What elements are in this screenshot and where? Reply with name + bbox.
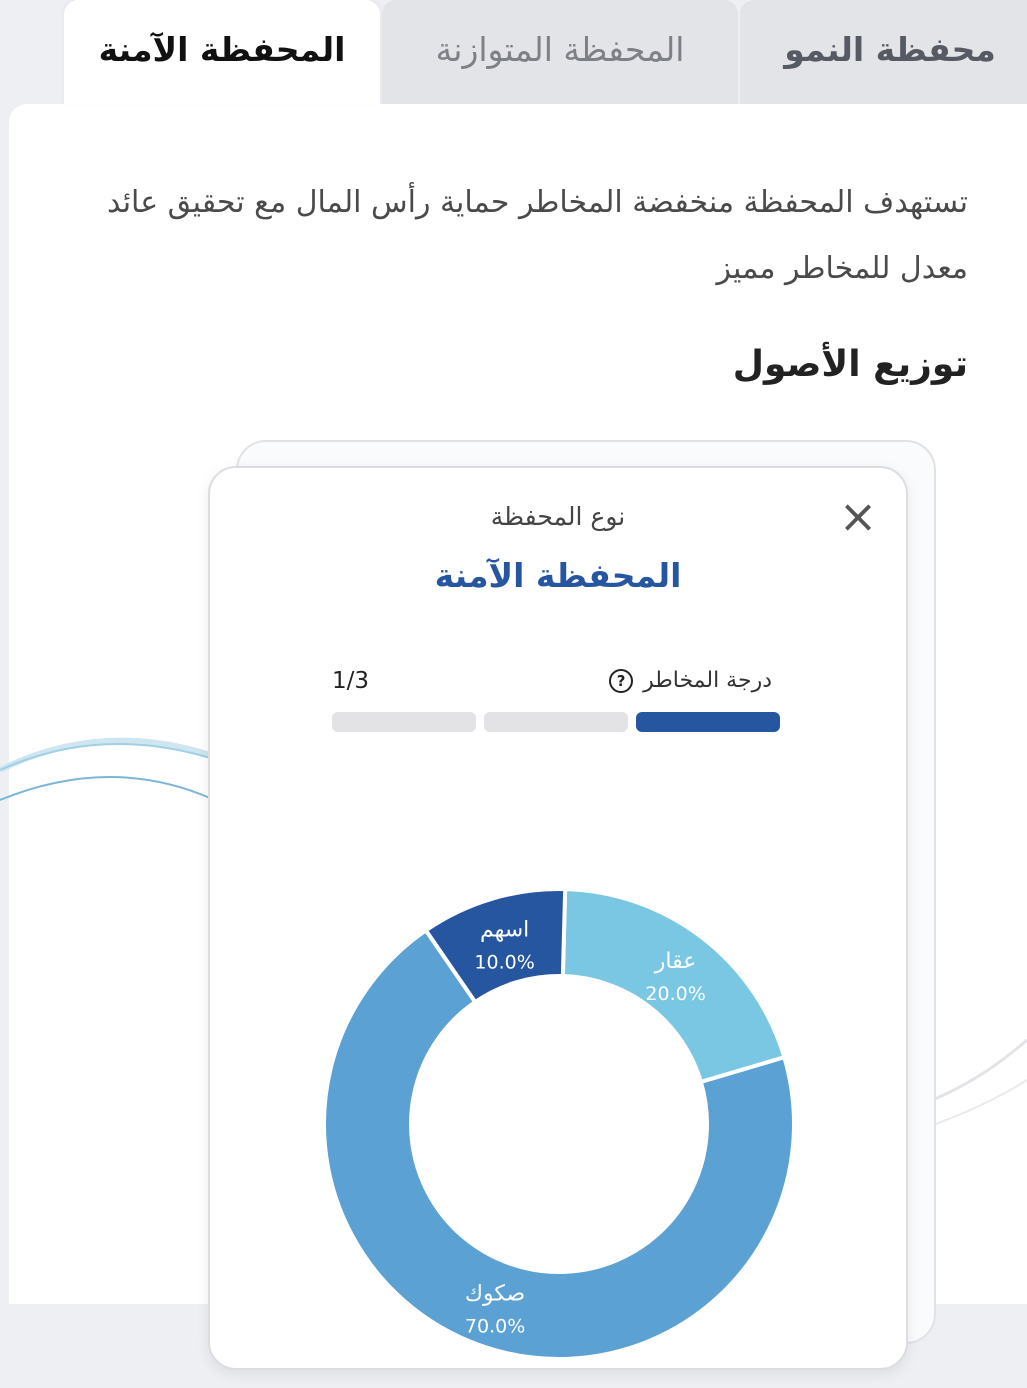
portfolio-description: تستهدف المحفظة منخفضة المخاطر حماية رأس … xyxy=(106,185,968,286)
risk-bar-3 xyxy=(332,712,476,732)
asset-allocation-donut-chart: عقار 20.0% صكوك 70.0% اسهم 10.0% xyxy=(322,887,796,1361)
portfolio-type-value: المحفظة الآمنة xyxy=(434,556,682,595)
decorative-wave-left xyxy=(0,737,211,801)
donut-slice-label-2: اسهم xyxy=(480,917,529,942)
tab-growth-portfolio[interactable]: محفظة النمو xyxy=(740,0,1027,104)
tab-balanced-portfolio[interactable]: المحفظة المتوازنة xyxy=(382,0,738,104)
donut-slice-value-2: 10.0% xyxy=(474,951,534,973)
portfolio-tabs: محفظة النمو المحفظة المتوازنة المحفظة ال… xyxy=(0,0,1027,110)
portfolio-type-label: نوع المحفظة xyxy=(490,502,626,531)
portfolio-card: × نوع المحفظة المحفظة الآمنة درجة المخاط… xyxy=(208,466,908,1370)
donut-slice-value-0: 20.0% xyxy=(645,983,705,1005)
risk-bar-1 xyxy=(636,712,780,732)
asset-allocation-title: توزيع الأصول xyxy=(732,344,968,385)
tab-safe-portfolio[interactable]: المحفظة الآمنة xyxy=(64,0,380,104)
donut-slice-value-1: 70.0% xyxy=(465,1316,525,1338)
risk-level-label: درجة المخاطر ? xyxy=(609,668,772,693)
risk-level-text: درجة المخاطر xyxy=(643,668,772,693)
risk-bar-2 xyxy=(484,712,628,732)
question-circle-icon[interactable]: ? xyxy=(609,668,634,693)
donut-slice-label-0: عقار xyxy=(654,949,697,974)
risk-level-value: 1/3 xyxy=(332,668,370,694)
donut-slice-label-1: صكوك xyxy=(465,1282,525,1307)
